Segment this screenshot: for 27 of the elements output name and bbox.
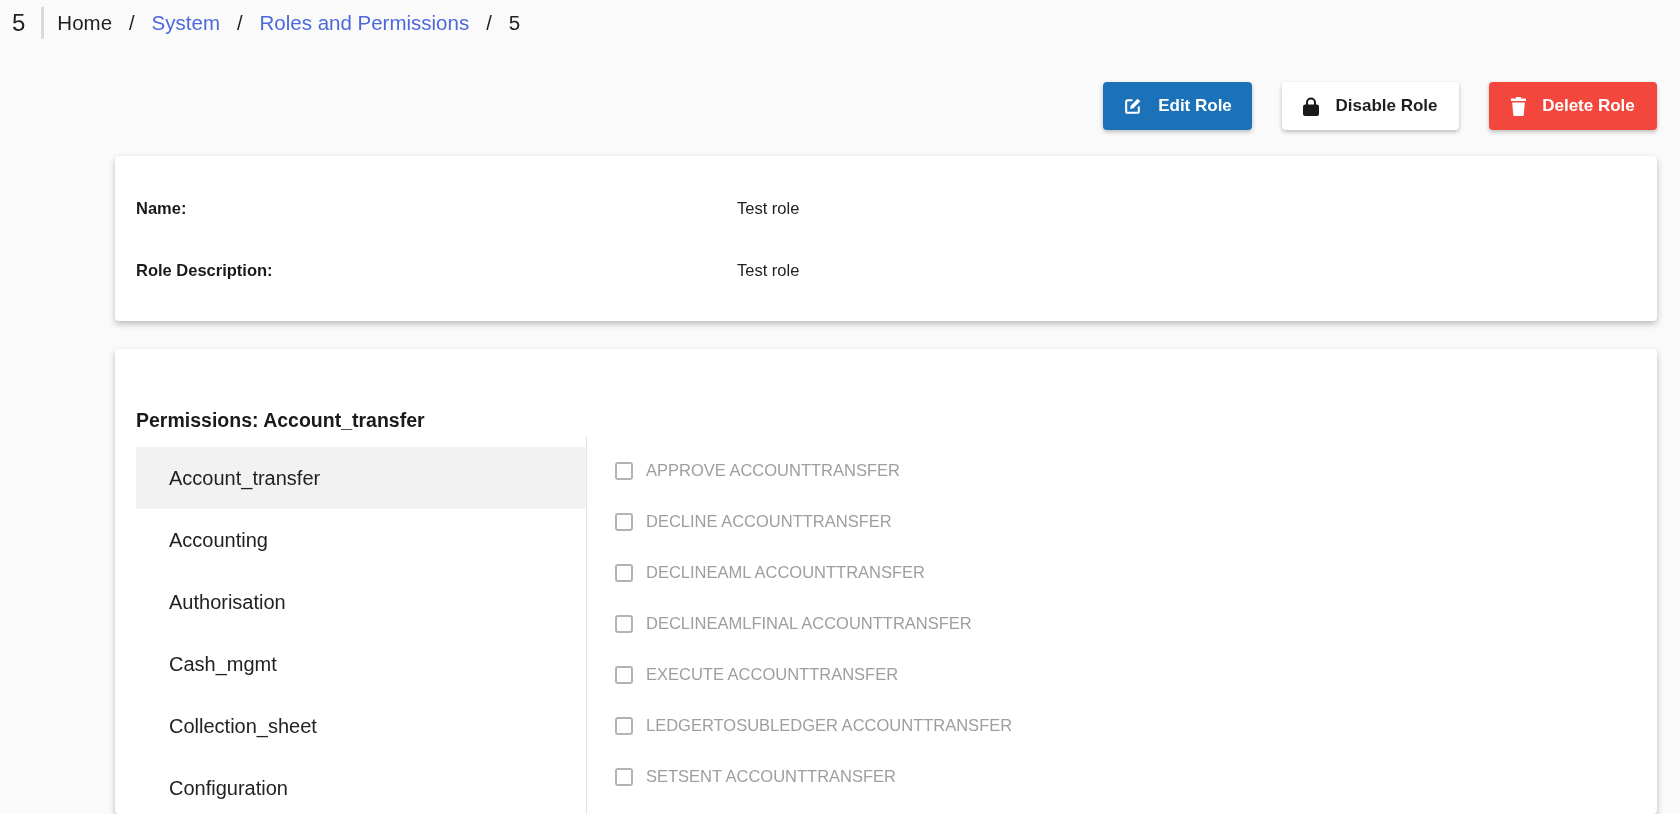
breadcrumb-link[interactable]: System	[151, 7, 220, 39]
pencil-square-icon	[1123, 96, 1143, 116]
permission-label: DECLINE ACCOUNTTRANSFER	[646, 511, 892, 533]
permission-label: LEDGERTOSUBLEDGER ACCOUNTTRANSFER	[646, 715, 1013, 737]
permission-label: SETSENT ACCOUNTTRANSFER	[646, 766, 896, 788]
breadcrumb-separator: /	[129, 11, 135, 36]
field-label: Name:	[136, 198, 187, 219]
trash-icon	[1511, 96, 1527, 116]
page-title: 5	[12, 8, 26, 38]
permission-label: EXECUTE ACCOUNTTRANSFER	[646, 664, 899, 686]
permissions-title: Permissions: Account_transfer	[136, 408, 425, 432]
breadcrumb-item: Home	[57, 9, 113, 36]
breadcrumb-separator: /	[486, 11, 492, 36]
permission-label: DECLINEAMLFINAL ACCOUNTTRANSFER	[646, 613, 972, 635]
field-value: Test role	[737, 260, 800, 281]
field-value: Test role	[737, 198, 800, 219]
permission-label: APPROVE ACCOUNTTRANSFER	[646, 460, 900, 482]
breadcrumb-item: 5	[508, 9, 521, 36]
edit-role-button[interactable]: Edit Role	[1103, 82, 1252, 130]
permission-group-item[interactable]: Account_transfer	[136, 447, 586, 509]
disable-role-button[interactable]: Disable Role	[1282, 82, 1459, 130]
permission-label: DECLINEAML ACCOUNTTRANSFER	[646, 562, 925, 584]
breadcrumb-separator: /	[236, 11, 243, 36]
delete-role-button[interactable]: Delete Role	[1489, 82, 1657, 130]
breadcrumb-link[interactable]: Roles and Permissions	[259, 7, 470, 39]
field-label: Role Description:	[136, 260, 273, 281]
lock-icon	[1303, 96, 1320, 116]
